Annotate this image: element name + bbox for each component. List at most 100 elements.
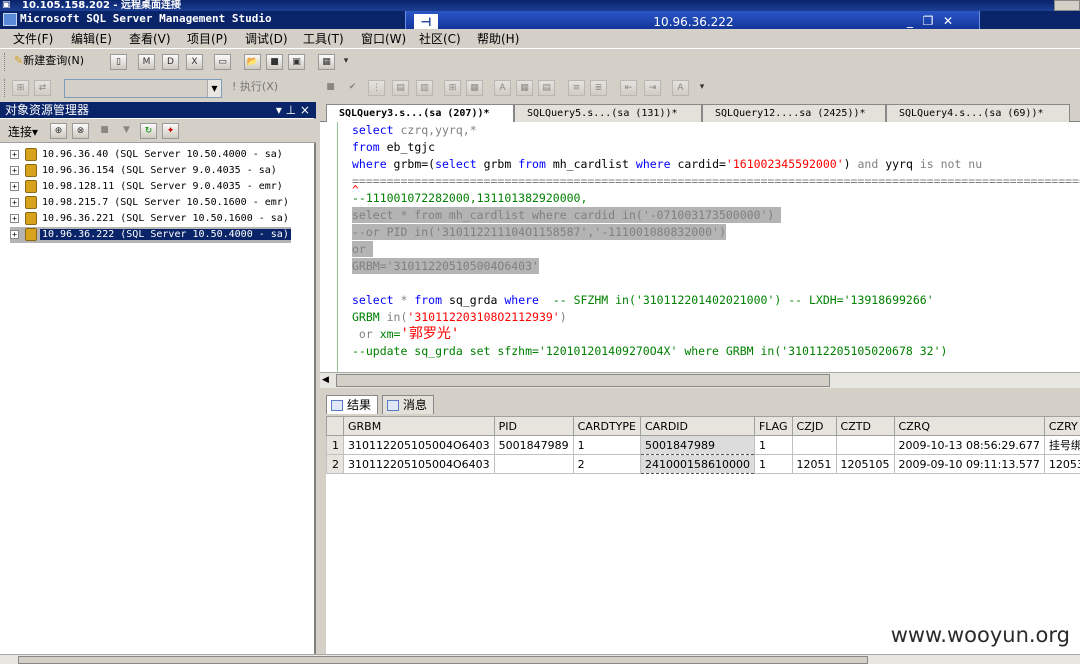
- tab-sqlquery5[interactable]: SQLQuery5.s...(sa (131))*: [514, 104, 702, 122]
- summary-icon[interactable]: ✦: [162, 123, 179, 139]
- restore-button[interactable]: ❐: [920, 14, 936, 28]
- mdx-query-icon[interactable]: M: [138, 54, 155, 70]
- tree-server-5[interactable]: +10.96.36.221 (SQL Server 10.50.1600 - s…: [10, 211, 291, 227]
- tab-sqlquery12[interactable]: SQLQuery12....sa (2425))*: [702, 104, 886, 122]
- table-cell[interactable]: 5001847989: [493, 435, 574, 455]
- disconnect-icon[interactable]: ⊗: [72, 123, 89, 139]
- pin-icon[interactable]: ⊣: [414, 14, 438, 30]
- connect-server-icon[interactable]: ⊕: [50, 123, 67, 139]
- tree-server-3[interactable]: +10.98.128.11 (SQL Server 9.0.4035 - emr…: [10, 179, 285, 195]
- tab-results[interactable]: 结果: [326, 395, 379, 414]
- table-cell[interactable]: 1: [572, 435, 641, 455]
- refresh-icon[interactable]: ↻: [140, 123, 157, 139]
- menu-help[interactable]: 帮助(H): [477, 31, 519, 47]
- parse-icon[interactable]: ✔: [344, 80, 361, 96]
- sqlce-query-icon[interactable]: ▭: [214, 54, 231, 70]
- results-file-icon[interactable]: ▤: [538, 80, 555, 96]
- column-header[interactable]: CZTD: [835, 416, 895, 436]
- table-cell[interactable]: 2: [572, 454, 641, 474]
- table-cell[interactable]: 2009-10-13 08:56:29.677: [893, 435, 1045, 455]
- new-file-icon[interactable]: ▯: [110, 54, 127, 70]
- table-cell[interactable]: 12051: [791, 454, 837, 474]
- column-header[interactable]: PID: [493, 416, 574, 436]
- tree-server-2[interactable]: +10.96.36.154 (SQL Server 9.0.4035 - sa): [10, 163, 279, 179]
- table-cell[interactable]: 310112205105004O6403: [343, 435, 495, 455]
- menu-tools[interactable]: 工具(T): [303, 31, 344, 47]
- column-header[interactable]: CZRY: [1043, 416, 1080, 436]
- comment-icon[interactable]: ≡: [568, 80, 585, 96]
- column-header[interactable]: GRBM: [343, 416, 495, 436]
- menu-community[interactable]: 社区(C): [419, 31, 461, 47]
- column-header[interactable]: [326, 416, 344, 436]
- row-number[interactable]: 2: [326, 454, 344, 474]
- menu-debug[interactable]: 调试(D): [245, 31, 288, 47]
- connect-icon[interactable]: ⊞: [12, 80, 29, 96]
- minimize-button[interactable]: _: [902, 14, 918, 28]
- toolbar-overflow-icon[interactable]: ▾: [340, 54, 352, 70]
- tab-sqlquery4[interactable]: SQLQuery4.s...(sa (69))*: [886, 104, 1070, 122]
- stop-icon[interactable]: ■: [322, 80, 339, 96]
- expand-icon[interactable]: +: [10, 181, 19, 191]
- specify-values-icon[interactable]: A: [672, 80, 689, 96]
- tree-server-1[interactable]: +10.96.36.40 (SQL Server 10.50.4000 - sa…: [10, 147, 285, 163]
- expand-icon[interactable]: +: [10, 197, 19, 207]
- table-cell[interactable]: 挂号绑定: [1043, 435, 1080, 455]
- scroll-left-icon[interactable]: ◀: [322, 375, 329, 385]
- tree-server-6[interactable]: +10.96.36.222 (SQL Server 10.50.4000 - s…: [10, 227, 291, 243]
- scrollbar-thumb[interactable]: [18, 656, 868, 664]
- table-cell[interactable]: [835, 435, 895, 455]
- bottom-horizontal-scrollbar[interactable]: [0, 654, 1080, 664]
- indent-icon[interactable]: ⇥: [644, 80, 661, 96]
- toolbar-grip[interactable]: [4, 79, 7, 97]
- table-cell[interactable]: 1205342: [1043, 454, 1080, 474]
- menu-edit[interactable]: 编辑(E): [71, 31, 112, 47]
- panel-pin-close-icon[interactable]: ▾ ⊥ ×: [276, 102, 310, 118]
- table-cell[interactable]: [493, 454, 574, 474]
- activity-monitor-icon[interactable]: ▦: [318, 54, 335, 70]
- column-header[interactable]: CARDID: [639, 416, 755, 436]
- filter-icon[interactable]: ▼: [118, 123, 135, 139]
- tab-sqlquery3[interactable]: SQLQuery3.s...(sa (207))*: [326, 104, 514, 122]
- stop-icon[interactable]: ■: [96, 123, 113, 139]
- scrollbar-thumb[interactable]: [336, 374, 830, 387]
- expand-icon[interactable]: +: [10, 229, 19, 239]
- intellisense-icon[interactable]: ▥: [416, 80, 433, 96]
- open-folder-icon[interactable]: 📂: [244, 54, 261, 70]
- menu-window[interactable]: 窗口(W): [361, 31, 406, 47]
- tree-server-4[interactable]: +10.98.215.7 (SQL Server 10.50.1600 - em…: [10, 195, 291, 211]
- column-header[interactable]: CZRQ: [893, 416, 1045, 436]
- row-number[interactable]: 1: [326, 435, 344, 455]
- connect-dropdown[interactable]: 连接▾: [8, 123, 38, 140]
- table-cell[interactable]: 310112205105004O6403: [343, 454, 495, 474]
- save-all-icon[interactable]: ▣: [288, 54, 305, 70]
- results-grid-icon[interactable]: ▦: [516, 80, 533, 96]
- toolbar-overflow-icon[interactable]: ▾: [696, 80, 708, 96]
- editor-horizontal-scrollbar[interactable]: ◀: [320, 372, 1080, 388]
- toolbar-grip[interactable]: [4, 53, 7, 71]
- tab-messages[interactable]: 消息: [382, 395, 435, 414]
- include-plan-icon[interactable]: ⊞: [444, 80, 461, 96]
- menu-view[interactable]: 查看(V): [129, 31, 171, 47]
- database-select[interactable]: ▼: [64, 79, 222, 98]
- uncomment-icon[interactable]: ≣: [590, 80, 607, 96]
- close-button[interactable]: ✕: [940, 14, 956, 28]
- query-designer-icon[interactable]: ▤: [392, 80, 409, 96]
- table-cell[interactable]: 241000158610000: [639, 454, 755, 474]
- column-header[interactable]: CZJD: [791, 416, 837, 436]
- execute-button[interactable]: ! 执行(X): [232, 80, 296, 96]
- new-query-button[interactable]: ✎新建查询(N): [12, 54, 102, 70]
- table-cell[interactable]: 1205105: [835, 454, 895, 474]
- estimated-plan-icon[interactable]: ⋮: [368, 80, 385, 96]
- remote-desktop-close-button[interactable]: [1054, 0, 1080, 11]
- table-cell[interactable]: 2009-09-10 09:11:13.577: [893, 454, 1045, 474]
- menu-project[interactable]: 项目(P): [187, 31, 228, 47]
- query-editor[interactable]: select czrq,yyrq,* from eb_tgjc where gr…: [320, 122, 1080, 372]
- client-stats-icon[interactable]: ▦: [466, 80, 483, 96]
- xmla-query-icon[interactable]: X: [186, 54, 203, 70]
- expand-icon[interactable]: +: [10, 165, 19, 175]
- table-cell[interactable]: [791, 435, 837, 455]
- results-text-icon[interactable]: A: [494, 80, 511, 96]
- column-header[interactable]: FLAG: [753, 416, 793, 436]
- menu-file[interactable]: 文件(F): [13, 31, 53, 47]
- dmx-query-icon[interactable]: D: [162, 54, 179, 70]
